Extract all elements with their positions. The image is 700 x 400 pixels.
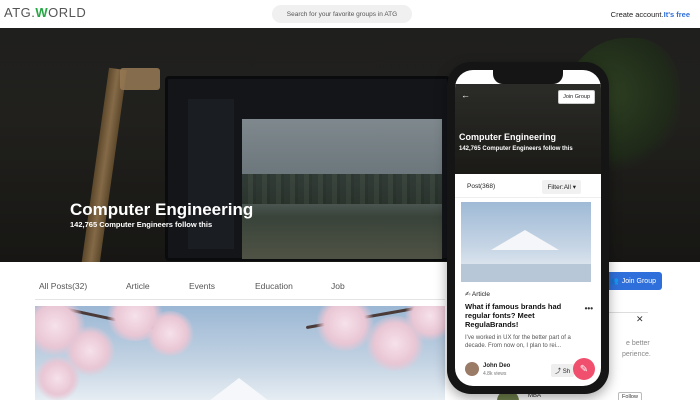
join-group-button[interactable]: 👥 Join Group (604, 272, 662, 290)
view-count: 4.8k views (483, 371, 507, 377)
back-arrow-icon[interactable]: ← (461, 90, 470, 100)
close-icon[interactable]: ✕ (636, 314, 644, 325)
phone-mockup: ← Join Group Computer Engineering 142,76… (447, 62, 609, 394)
search-placeholder: Search for your favorite groups in ATG (286, 10, 398, 18)
post-cover-image[interactable] (35, 306, 445, 400)
side-info-text: e better (626, 340, 650, 347)
globe-icon: W (35, 5, 49, 20)
avatar[interactable] (465, 362, 479, 376)
author-name[interactable]: John Deo (483, 363, 510, 369)
chevron-down-icon: ▾ (572, 184, 576, 191)
search-input[interactable]: Search for your favorite groups in ATG (272, 5, 412, 23)
tab-education[interactable]: Education (255, 281, 293, 291)
post-title[interactable]: What if famous brands had regular fonts?… (465, 302, 565, 329)
follow-button[interactable]: Follow (618, 392, 642, 400)
edit-fab-button[interactable]: ✎ (573, 358, 595, 380)
share-icon: ⤴ (555, 369, 562, 375)
tab-all-posts[interactable]: All Posts(32) (39, 281, 87, 291)
phone-join-group-button[interactable]: Join Group (558, 90, 595, 104)
add-users-icon: 👥 (610, 278, 619, 285)
tab-job[interactable]: Job (331, 281, 345, 291)
top-header: ATG.WORLD Search for your favorite group… (0, 0, 700, 28)
phone-group-title: Computer Engineering (459, 132, 557, 142)
create-account-link[interactable]: Create account.It's free (611, 10, 690, 19)
group-title: Computer Engineering (70, 200, 254, 219)
more-options-icon[interactable]: ••• (585, 304, 593, 313)
side-info-text: perience. (622, 351, 651, 358)
atg-logo[interactable]: ATG.WORLD (4, 5, 86, 20)
post-excerpt: I've worked in UX for the better part of… (465, 335, 571, 349)
share-button[interactable]: ⤴ Sh (551, 364, 575, 377)
phone-screen: ← Join Group Computer Engineering 142,76… (455, 70, 601, 386)
filter-dropdown[interactable]: Filter:All ▾ (542, 180, 581, 194)
post-category: ✍ Article (465, 291, 490, 298)
post-count: Post(368) (467, 183, 496, 190)
post-tabs: All Posts(32) Article Events Education J… (35, 272, 445, 300)
pencil-icon: ✎ (579, 363, 589, 375)
phone-group-followers: 142,765 Computer Engineers follow this (459, 146, 573, 152)
article-icon: ✍ (465, 291, 471, 298)
phone-post-image[interactable] (461, 202, 591, 282)
tab-events[interactable]: Events (189, 281, 215, 291)
tab-article[interactable]: Article (126, 281, 150, 291)
group-followers: 142,765 Computer Engineers follow this (70, 220, 213, 229)
mountain-graphic (205, 378, 273, 400)
phone-post-bar: Post(368) Filter:All ▾ (455, 176, 601, 198)
